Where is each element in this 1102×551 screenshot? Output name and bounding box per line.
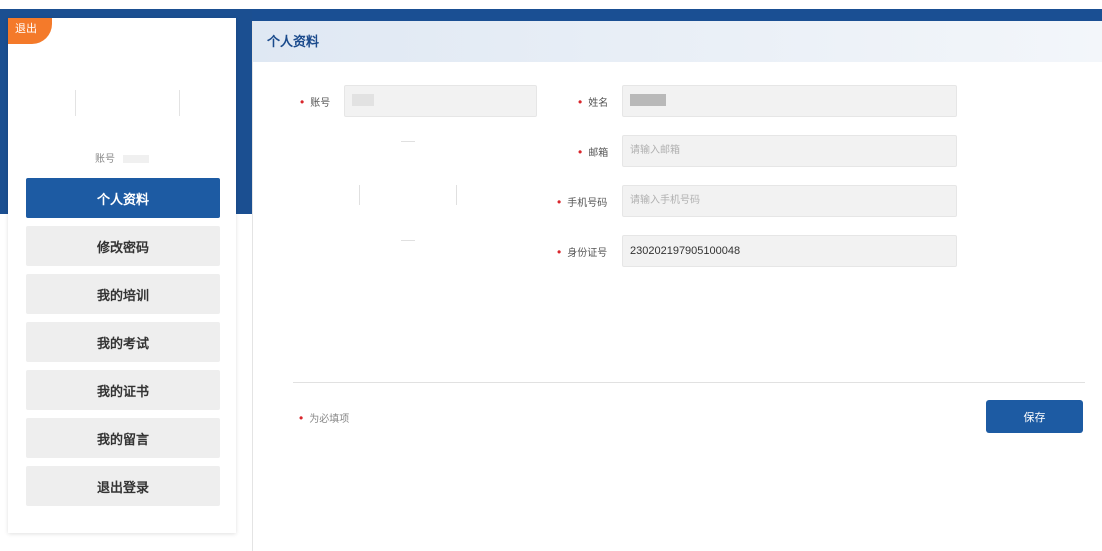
required-note-text: 为必填项 [309,414,350,425]
exit-tag[interactable]: 退出 [8,18,52,44]
required-marker: • [578,94,583,109]
account-input[interactable] [344,85,537,117]
phone-label: 手机号码 [567,198,608,209]
menu-item-my-training[interactable]: 我的培训 [26,274,220,314]
menu-item-my-certificates[interactable]: 我的证书 [26,370,220,410]
photo-edge [359,185,360,205]
menu-item-change-password[interactable]: 修改密码 [26,226,220,266]
photo-edge [401,141,415,142]
id-number-input[interactable]: 230202197905100048 [622,235,957,267]
email-field-label: • 邮箱 [578,144,609,160]
account-label: 账号 [95,154,115,165]
name-field-label: • 姓名 [578,94,609,110]
account-info: 账号 [8,150,236,165]
name-input[interactable] [622,85,957,117]
menu-item-my-messages[interactable]: 我的留言 [26,418,220,458]
page-title: 个人资料 [253,21,1102,62]
menu-item-profile[interactable]: 个人资料 [26,178,220,218]
account-value-blurred [352,94,374,107]
name-value-blurred [630,94,666,107]
email-input[interactable]: 请输入邮箱 [622,135,957,167]
menu-item-logout[interactable]: 退出登录 [26,466,220,506]
account-field-label: • 账号 [300,94,331,110]
id-number-field-label: • 身份证号 [557,244,608,260]
id-number-label: 身份证号 [567,248,608,259]
divider [293,382,1085,383]
avatar-edge [179,90,180,116]
photo-edge [456,185,457,205]
menu-item-my-exams[interactable]: 我的考试 [26,322,220,362]
sidebar-menu: 个人资料 修改密码 我的培训 我的考试 我的证书 我的留言 退出登录 [26,178,220,514]
sidebar: 退出 账号 个人资料 修改密码 我的培训 我的考试 我的证书 我的留言 退出登录 [8,18,236,533]
photo-edge [401,240,415,241]
required-marker: • [557,244,562,259]
id-photo[interactable] [359,141,457,241]
email-label: 邮箱 [588,148,609,159]
phone-field-label: • 手机号码 [557,194,608,210]
phone-input[interactable]: 请输入手机号码 [622,185,957,217]
name-label: 姓名 [588,98,609,109]
avatar-edge [75,90,76,116]
required-marker: • [300,94,305,109]
main-panel: 个人资料 • 账号 • 姓名 • 邮箱 请输入邮箱 • 手机号码 请输入手机号码… [252,21,1102,551]
required-marker: • [557,194,562,209]
save-button[interactable]: 保存 [986,400,1083,433]
account-label: 账号 [310,98,331,109]
required-note: • 为必填项 [299,410,350,426]
account-value-blurred [123,155,149,164]
required-marker: • [578,144,583,159]
required-marker: • [299,410,304,425]
avatar[interactable] [75,68,180,138]
